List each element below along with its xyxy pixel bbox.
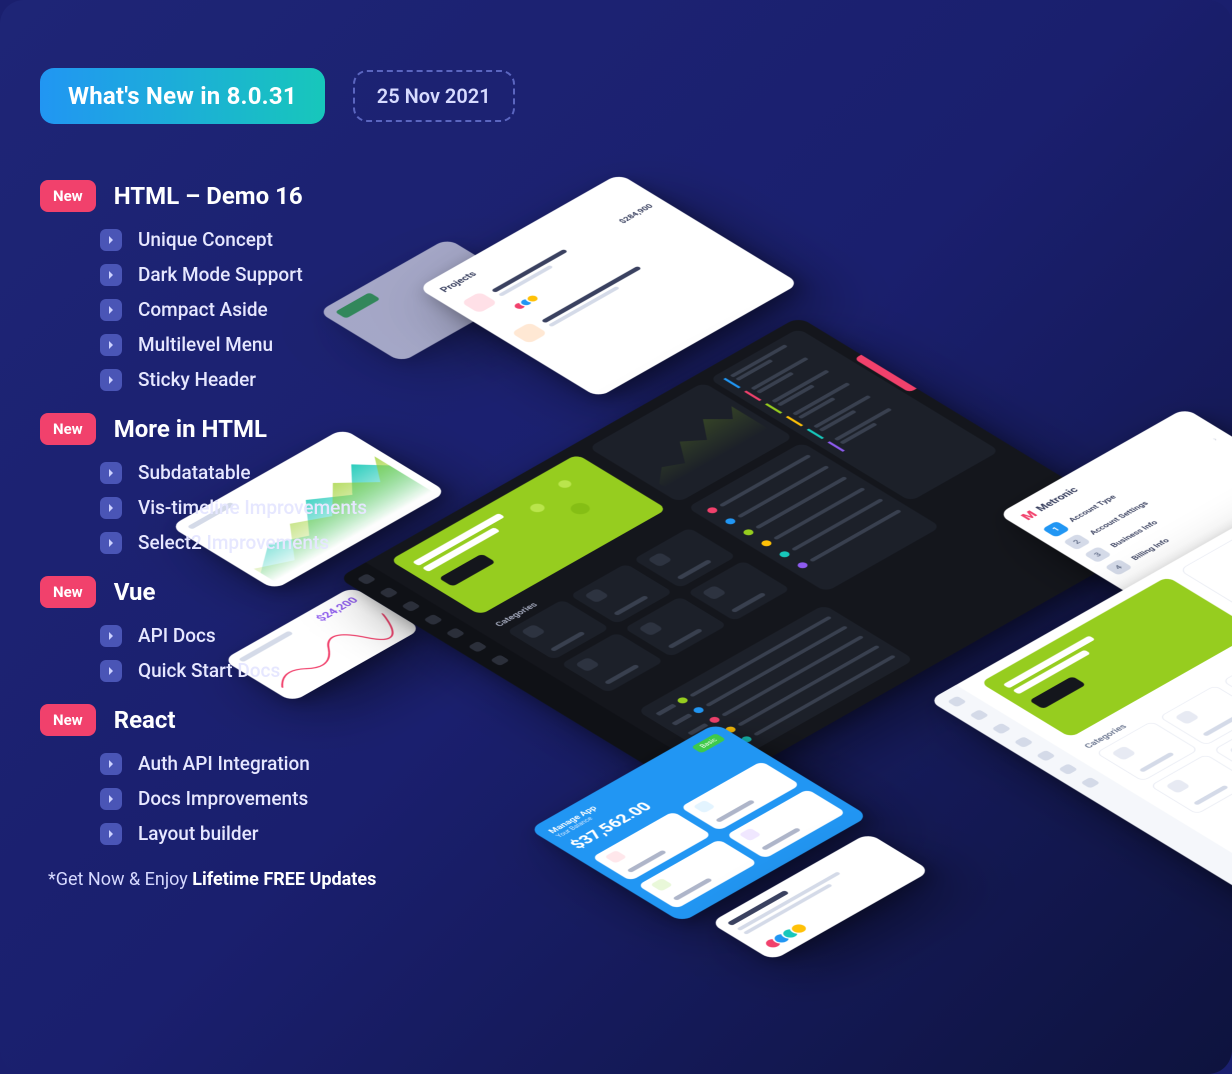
list-item: Quick Start Docs — [40, 659, 520, 682]
project-amount: $284,900 — [617, 203, 655, 225]
header-row: What's New in 8.0.31 25 Nov 2021 — [40, 68, 520, 124]
section-react: New React Auth API Integration Docs Impr… — [40, 704, 520, 845]
footer-bold: Lifetime FREE Updates — [192, 869, 376, 890]
chevron-right-icon — [100, 753, 122, 775]
list-item: Layout builder — [40, 822, 520, 845]
item-label: Auth API Integration — [138, 752, 310, 775]
manage-card — [637, 839, 757, 909]
release-date: 25 Nov 2021 — [353, 70, 515, 122]
section-html-demo16: New HTML – Demo 16 Unique Concept Dark M… — [40, 180, 520, 391]
item-label: Compact Aside — [138, 298, 268, 321]
list-item: Vis-timeline Improvements — [40, 496, 520, 519]
list-item: Multilevel Menu — [40, 333, 520, 356]
item-label: Select2 Improvements — [138, 531, 329, 554]
new-badge: New — [40, 180, 96, 212]
chevron-right-icon — [100, 532, 122, 554]
light-sidebar — [929, 685, 1232, 920]
item-label: Docs Improvements — [138, 787, 308, 810]
item-label: Dark Mode Support — [138, 263, 303, 286]
chevron-right-icon — [100, 788, 122, 810]
item-label: Layout builder — [138, 822, 258, 845]
item-label: Unique Concept — [138, 228, 273, 251]
section-title: More in HTML — [114, 415, 267, 443]
section-title: Vue — [114, 578, 156, 606]
list-item: Sticky Header — [40, 368, 520, 391]
footer-cta: *Get Now & Enjoy Lifetime FREE Updates — [40, 869, 520, 890]
section-vue: New Vue API Docs Quick Start Docs — [40, 576, 520, 682]
chevron-right-icon — [100, 625, 122, 647]
footer-prefix: *Get Now & Enjoy — [48, 869, 192, 890]
whatsnew-pill: What's New in 8.0.31 — [40, 68, 325, 124]
item-label: Vis-timeline Improvements — [138, 496, 367, 519]
chevron-right-icon — [100, 299, 122, 321]
categories-label: Categories — [1082, 723, 1130, 750]
section-more-html: New More in HTML Subdatatable Vis-timeli… — [40, 413, 520, 554]
chevron-right-icon — [100, 369, 122, 391]
item-label: Quick Start Docs — [138, 659, 280, 682]
list-item: Select2 Improvements — [40, 531, 520, 554]
manage-card — [726, 789, 846, 859]
new-badge: New — [40, 576, 96, 608]
item-label: Subdatatable — [138, 461, 251, 484]
list-item: Compact Aside — [40, 298, 520, 321]
chevron-right-icon — [100, 334, 122, 356]
chevron-right-icon — [100, 462, 122, 484]
item-label: Multilevel Menu — [138, 333, 273, 356]
chevron-right-icon — [100, 497, 122, 519]
manage-card — [592, 811, 712, 881]
list-item: Auth API Integration — [40, 752, 520, 775]
list-item: Unique Concept — [40, 228, 520, 251]
chevron-right-icon — [100, 229, 122, 251]
section-title: React — [114, 706, 176, 734]
list-item: Docs Improvements — [40, 787, 520, 810]
section-title: HTML – Demo 16 — [114, 182, 303, 210]
item-label: Sticky Header — [138, 368, 256, 391]
changelog-panel: What's New in 8.0.31 25 Nov 2021 New HTM… — [40, 68, 520, 890]
list-item: Dark Mode Support — [40, 263, 520, 286]
chevron-right-icon — [100, 264, 122, 286]
new-badge: New — [40, 704, 96, 736]
chevron-right-icon — [100, 660, 122, 682]
chevron-right-icon: › — [1210, 436, 1220, 442]
chevron-right-icon — [100, 823, 122, 845]
list-item: Subdatatable — [40, 461, 520, 484]
list-item: API Docs — [40, 624, 520, 647]
new-badge: New — [40, 413, 96, 445]
item-label: API Docs — [138, 624, 216, 647]
